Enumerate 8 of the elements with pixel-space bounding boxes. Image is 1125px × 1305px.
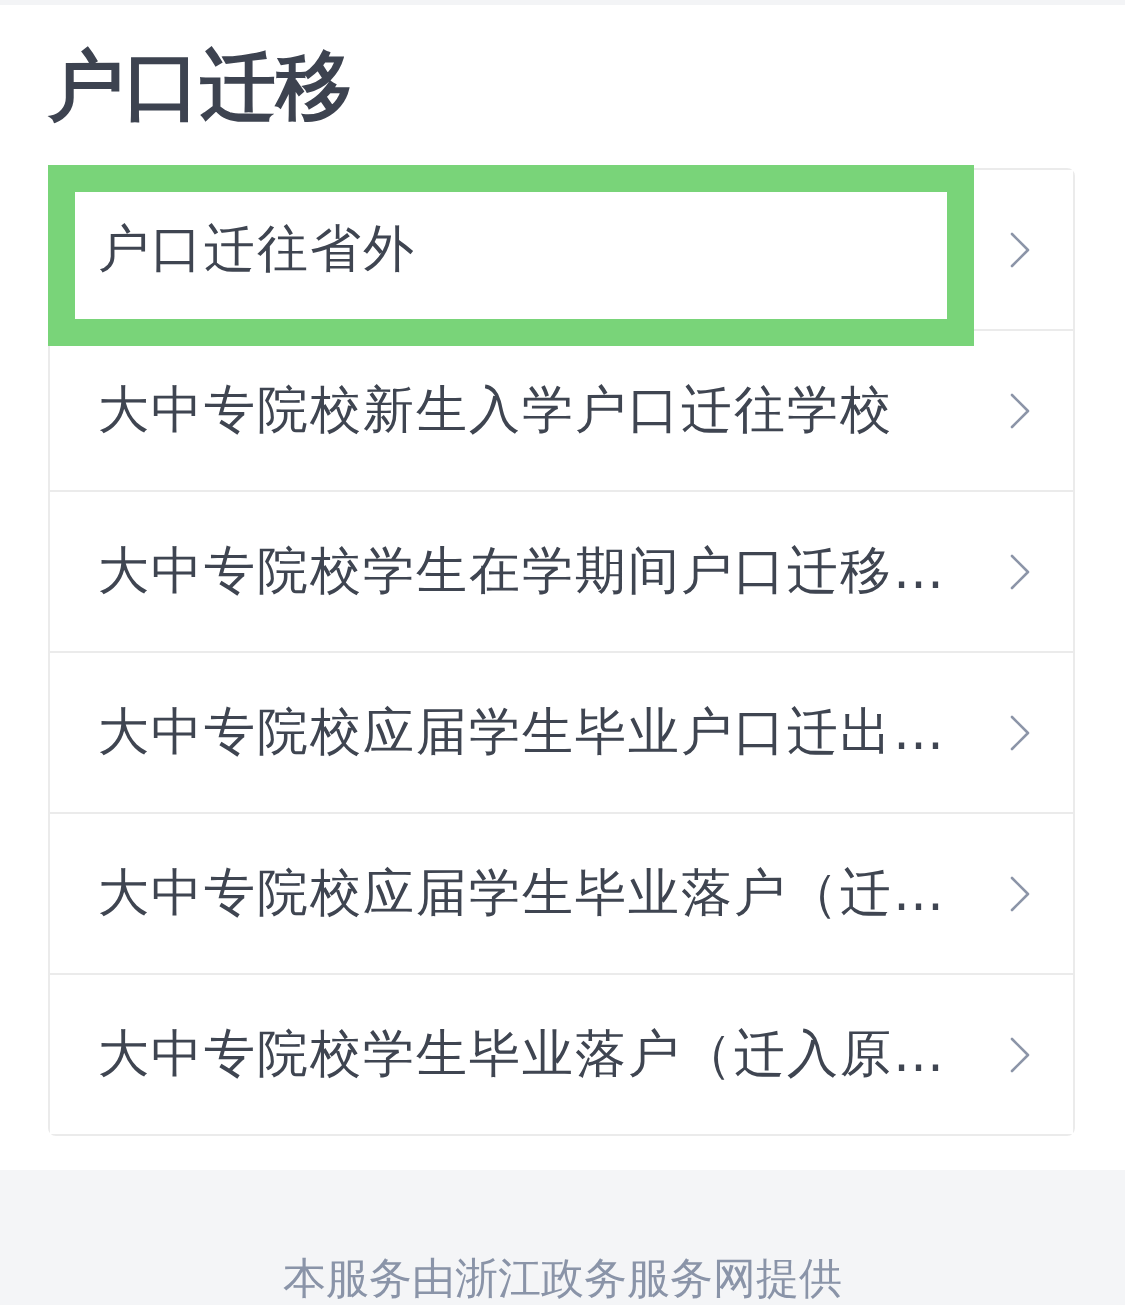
chevron-right-icon <box>1010 231 1030 268</box>
chevron-right-icon <box>1010 1036 1030 1073</box>
footer-text: 本服务由浙江政务服务网提供 <box>283 1254 842 1302</box>
page-title: 户口迁移 <box>48 41 352 131</box>
chevron-right-icon <box>1010 392 1030 429</box>
chevron-right-icon <box>1010 714 1030 751</box>
chevron-right-icon <box>1010 553 1030 590</box>
chevron-right-icon <box>1010 875 1030 912</box>
